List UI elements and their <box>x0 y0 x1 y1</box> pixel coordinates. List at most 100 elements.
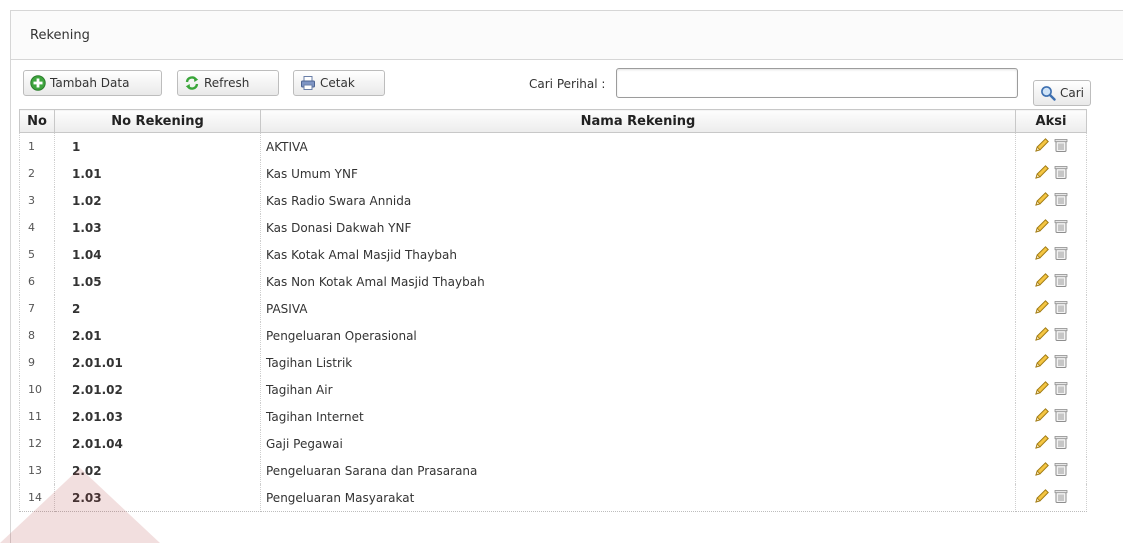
trash-icon[interactable] <box>1053 272 1069 291</box>
table-row[interactable]: 2 1.01 Kas Umum YNF <box>19 160 1087 187</box>
pencil-icon[interactable] <box>1033 434 1051 453</box>
refresh-label: Refresh <box>204 76 250 90</box>
printer-icon <box>300 75 316 91</box>
row-actions <box>1015 457 1087 484</box>
table-row[interactable]: 14 2.03 Pengeluaran Masyarakat <box>19 484 1087 512</box>
row-actions <box>1015 187 1087 214</box>
row-number: 2 <box>19 160 55 187</box>
pencil-icon[interactable] <box>1033 137 1051 156</box>
account-name: Kas Non Kotak Amal Masjid Thaybah <box>260 268 1016 295</box>
trash-icon[interactable] <box>1053 353 1069 372</box>
column-header-no[interactable]: No <box>19 109 55 133</box>
table-row[interactable]: 4 1.03 Kas Donasi Dakwah YNF <box>19 214 1087 241</box>
pencil-icon[interactable] <box>1033 407 1051 426</box>
search-label: Cari Perihal : <box>529 77 606 91</box>
row-number: 11 <box>19 403 55 430</box>
row-actions <box>1015 403 1087 430</box>
row-actions <box>1015 376 1087 403</box>
trash-icon[interactable] <box>1053 137 1069 156</box>
pencil-icon[interactable] <box>1033 299 1051 318</box>
row-number: 6 <box>19 268 55 295</box>
table-row[interactable]: 6 1.05 Kas Non Kotak Amal Masjid Thaybah <box>19 268 1087 295</box>
table-row[interactable]: 8 2.01 Pengeluaran Operasional <box>19 322 1087 349</box>
add-data-label: Tambah Data <box>50 76 130 90</box>
account-number: 1.04 <box>54 241 261 268</box>
trash-icon[interactable] <box>1053 407 1069 426</box>
row-actions <box>1015 295 1087 322</box>
rekening-table: No No Rekening Nama Rekening Aksi 1 1 AKTI… <box>19 109 1087 512</box>
pencil-icon[interactable] <box>1033 191 1051 210</box>
account-number: 1 <box>54 132 261 160</box>
table-row[interactable]: 11 2.01.03 Tagihan Internet <box>19 403 1087 430</box>
pencil-icon[interactable] <box>1033 245 1051 264</box>
trash-icon[interactable] <box>1053 299 1069 318</box>
account-number: 1.02 <box>54 187 261 214</box>
row-actions <box>1015 484 1087 512</box>
account-name: Pengeluaran Sarana dan Prasarana <box>260 457 1016 484</box>
row-number: 5 <box>19 241 55 268</box>
column-header-nama[interactable]: Nama Rekening <box>260 109 1016 133</box>
pencil-icon[interactable] <box>1033 488 1051 507</box>
account-name: Kas Radio Swara Annida <box>260 187 1016 214</box>
row-number: 7 <box>19 295 55 322</box>
pencil-icon[interactable] <box>1033 218 1051 237</box>
search-input[interactable] <box>616 68 1018 98</box>
add-data-button[interactable]: Tambah Data <box>23 70 162 96</box>
trash-icon[interactable] <box>1053 218 1069 237</box>
table-row[interactable]: 12 2.01.04 Gaji Pegawai <box>19 430 1087 457</box>
account-number: 2.01 <box>54 322 261 349</box>
row-actions <box>1015 132 1087 160</box>
trash-icon[interactable] <box>1053 488 1069 507</box>
trash-icon[interactable] <box>1053 434 1069 453</box>
account-number: 2.03 <box>54 484 261 512</box>
column-header-aksi: Aksi <box>1015 109 1087 133</box>
column-header-rekening[interactable]: No Rekening <box>54 109 261 133</box>
trash-icon[interactable] <box>1053 164 1069 183</box>
account-name: AKTIVA <box>260 132 1016 160</box>
pencil-icon[interactable] <box>1033 461 1051 480</box>
trash-icon[interactable] <box>1053 191 1069 210</box>
table-row[interactable]: 13 2.02 Pengeluaran Sarana dan Prasarana <box>19 457 1087 484</box>
row-actions <box>1015 349 1087 376</box>
row-number: 4 <box>19 214 55 241</box>
trash-icon[interactable] <box>1053 326 1069 345</box>
row-actions <box>1015 322 1087 349</box>
pencil-icon[interactable] <box>1033 326 1051 345</box>
row-actions <box>1015 160 1087 187</box>
magnifier-icon <box>1040 85 1056 101</box>
table-row[interactable]: 5 1.04 Kas Kotak Amal Masjid Thaybah <box>19 241 1087 268</box>
print-button[interactable]: Cetak <box>293 70 385 96</box>
table-row[interactable]: 10 2.01.02 Tagihan Air <box>19 376 1087 403</box>
pencil-icon[interactable] <box>1033 353 1051 372</box>
account-name: Tagihan Listrik <box>260 349 1016 376</box>
account-name: Tagihan Internet <box>260 403 1016 430</box>
row-number: 14 <box>19 484 55 512</box>
print-label: Cetak <box>320 76 355 90</box>
trash-icon[interactable] <box>1053 380 1069 399</box>
table-row[interactable]: 9 2.01.01 Tagihan Listrik <box>19 349 1087 376</box>
trash-icon[interactable] <box>1053 461 1069 480</box>
row-number: 8 <box>19 322 55 349</box>
search-button[interactable]: Cari <box>1033 80 1091 106</box>
row-actions <box>1015 430 1087 457</box>
trash-icon[interactable] <box>1053 245 1069 264</box>
pencil-icon[interactable] <box>1033 380 1051 399</box>
account-number: 2.01.01 <box>54 349 261 376</box>
table-row[interactable]: 3 1.02 Kas Radio Swara Annida <box>19 187 1087 214</box>
row-number: 1 <box>19 132 55 160</box>
row-actions <box>1015 241 1087 268</box>
pencil-icon[interactable] <box>1033 164 1051 183</box>
table-row[interactable]: 1 1 AKTIVA <box>19 132 1087 160</box>
table-row[interactable]: 7 2 PASIVA <box>19 295 1087 322</box>
row-number: 12 <box>19 430 55 457</box>
account-number: 1.01 <box>54 160 261 187</box>
account-name: Kas Umum YNF <box>260 160 1016 187</box>
refresh-button[interactable]: Refresh <box>177 70 279 96</box>
account-name: Pengeluaran Operasional <box>260 322 1016 349</box>
account-number: 2.01.03 <box>54 403 261 430</box>
row-actions <box>1015 214 1087 241</box>
account-name: Pengeluaran Masyarakat <box>260 484 1016 512</box>
row-number: 3 <box>19 187 55 214</box>
pencil-icon[interactable] <box>1033 272 1051 291</box>
account-number: 1.05 <box>54 268 261 295</box>
